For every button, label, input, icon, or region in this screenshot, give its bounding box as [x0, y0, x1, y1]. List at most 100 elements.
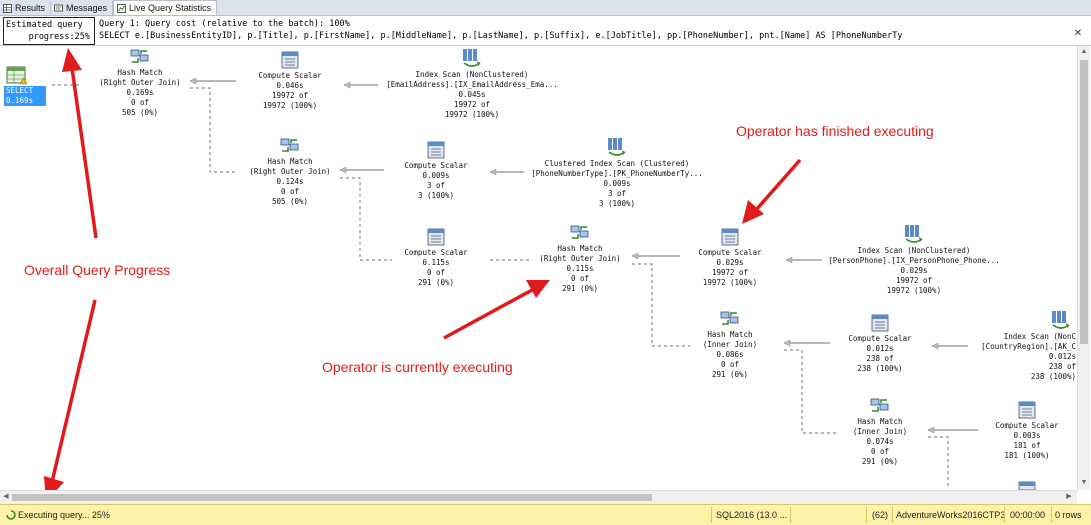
compute-scalar-icon: [1018, 481, 1036, 490]
operator-compute-scalar-2[interactable]: Compute Scalar 0.009s 3 of 3 (100%): [386, 140, 486, 201]
operator-line: (Inner Join): [702, 340, 758, 349]
operator-line: 0.115s: [566, 264, 594, 273]
operator-line: 0.012s: [866, 344, 894, 353]
operator-line: 238 of: [1048, 362, 1076, 371]
operator-line: Compute Scalar: [404, 248, 468, 257]
operator-line: 19972 of: [271, 91, 309, 100]
operator-line: Hash Match: [117, 68, 163, 77]
operator-line: 19972 (100%): [886, 286, 942, 295]
operator-line: 0.009s: [422, 171, 450, 180]
operator-line: 0.009s: [603, 179, 631, 188]
operator-line: (Inner Join): [852, 427, 908, 436]
operator-line: Compute Scalar: [404, 161, 468, 170]
operator-line: 0.029s: [900, 266, 928, 275]
operator-hash-match-2[interactable]: Hash Match (Right Outer Join) 0.124s 0 o…: [238, 136, 342, 207]
scroll-down-icon[interactable]: ▼: [1079, 478, 1089, 488]
operator-line: 0 of: [130, 98, 150, 107]
compute-scalar-icon: [1018, 401, 1036, 419]
operator-line: [PersonPhone].[IX_PersonPhone_Phone...: [828, 256, 1000, 265]
arrow-executing: [443, 288, 533, 340]
scroll-up-icon[interactable]: ▲: [1079, 47, 1089, 57]
operator-line: Compute Scalar: [698, 248, 762, 257]
operator-line: 0 of: [870, 447, 890, 456]
compute-scalar-icon: [721, 228, 739, 246]
operator-line: 0.086s: [716, 350, 744, 359]
select-node[interactable]: SELECT 0.169s: [4, 64, 48, 106]
operator-line: 291 (0%): [861, 457, 899, 466]
vertical-scroll-thumb[interactable]: [1080, 60, 1088, 344]
operator-compute-scalar-6[interactable]: Compute Scalar 0.003s 181 of 181 (100%): [980, 400, 1074, 461]
operator-hash-match-5[interactable]: Hash Match (Inner Join) 0.074s 0 of 291 …: [838, 396, 922, 467]
vertical-scrollbar[interactable]: ▲ ▼: [1077, 46, 1090, 490]
hash-match-icon: [870, 398, 889, 412]
operator-line: 238 of: [866, 354, 894, 363]
operator-line: 0.074s: [866, 437, 894, 446]
operator-line: Hash Match: [857, 417, 903, 426]
select-icon: [6, 66, 28, 85]
annotation-operator-finished: Operator has finished executing: [736, 123, 934, 139]
select-label-text: SELECT: [6, 86, 34, 95]
hash-match-icon: [130, 49, 149, 63]
horizontal-scrollbar[interactable]: ◀ ▶: [0, 490, 1077, 504]
operator-index-scan-3[interactable]: Index Scan (NonC [CountryRegion].[AK_C 0…: [970, 309, 1076, 382]
operator-index-scan-2[interactable]: Index Scan (NonClustered) [PersonPhone].…: [824, 223, 1004, 296]
operator-line: 505 (0%): [271, 197, 309, 206]
index-scan-icon: [463, 49, 481, 67]
arrow-overall-down: [50, 299, 97, 483]
annotation-operator-executing: Operator is currently executing: [322, 359, 513, 375]
operator-line: [CountryRegion].[AK_C: [981, 342, 1076, 351]
operator-line: 19972 (100%): [444, 110, 500, 119]
status-spid: (62): [872, 510, 889, 520]
operator-hash-match-4[interactable]: Hash Match (Inner Join) 0.086s 0 of 291 …: [690, 309, 770, 380]
operator-line: Index Scan (NonClustered): [857, 246, 971, 255]
operator-index-scan-1[interactable]: Index Scan (NonClustered) [EmailAddress]…: [384, 47, 560, 120]
scroll-right-icon[interactable]: ▶: [1064, 492, 1074, 502]
arrow-finished: [754, 158, 802, 212]
compute-scalar-icon: [871, 314, 889, 332]
operator-hash-match-1[interactable]: Hash Match (Right Outer Join) 0.169s 0 o…: [88, 47, 192, 118]
operator-line: 3 of: [426, 181, 446, 190]
operator-compute-scalar-4[interactable]: Compute Scalar 0.029s 19972 of 19972 (10…: [680, 227, 780, 288]
hash-match-icon: [720, 311, 739, 325]
horizontal-scroll-thumb[interactable]: [12, 494, 652, 501]
operator-line: 0.045s: [458, 90, 486, 99]
operator-line: [PhoneNumberType].[PK_PhoneNumberTy...: [531, 169, 703, 178]
connector-hm5-next: [928, 436, 949, 488]
operator-line: [EmailAddress].[IX_EmailAddress_Ema...: [386, 80, 558, 89]
operator-compute-scalar-5[interactable]: Compute Scalar 0.012s 238 of 238 (100%): [830, 313, 930, 374]
operator-line: 0 of: [426, 268, 446, 277]
operator-line: Compute Scalar: [258, 71, 322, 80]
operator-line: 291 (0%): [711, 370, 749, 379]
hash-match-icon: [570, 225, 589, 239]
index-scan-icon: [1052, 311, 1070, 329]
operator-hash-match-3[interactable]: Hash Match (Right Outer Join) 0.115s 0 o…: [528, 223, 632, 294]
connector-hm2-cs3: [340, 177, 392, 261]
operator-line: 291 (0%): [561, 284, 599, 293]
operator-line: Clustered Index Scan (Clustered): [544, 159, 690, 168]
hash-match-icon: [280, 138, 299, 152]
operator-compute-scalar-3[interactable]: Compute Scalar 0.115s 0 of 291 (0%): [386, 227, 486, 288]
operator-compute-scalar-1[interactable]: Compute Scalar 0.046s 19972 of 19972 (10…: [240, 50, 340, 111]
annotation-overall-progress: Overall Query Progress: [24, 262, 171, 278]
operator-clustered-index-scan[interactable]: Clustered Index Scan (Clustered) [PhoneN…: [526, 136, 708, 209]
connector-hm1-hm2: [190, 87, 238, 173]
status-rows: 0 rows: [1055, 510, 1082, 520]
operator-line: Hash Match: [267, 157, 313, 166]
scroll-left-icon[interactable]: ◀: [1, 492, 11, 502]
operator-line: 3 (100%): [598, 199, 636, 208]
operator-line: 0.029s: [716, 258, 744, 267]
operator-line: (Right Outer Join): [539, 254, 621, 263]
operator-line: 3 of: [607, 189, 627, 198]
operator-line: 0 of: [570, 274, 590, 283]
operator-line: 19972 (100%): [262, 101, 318, 110]
operator-line: 0 of: [720, 360, 740, 369]
operator-line: 0.046s: [276, 81, 304, 90]
status-database: AdventureWorks2016CTP3: [896, 510, 1006, 520]
status-elapsed: 00:00:00: [1010, 510, 1046, 520]
operator-line: 238 (100%): [1030, 372, 1076, 381]
operator-line: 19972 of: [453, 100, 491, 109]
operator-line: (Right Outer Join): [249, 167, 331, 176]
operator-line: 0.012s: [1048, 352, 1076, 361]
operator-line: 238 (100%): [857, 364, 903, 373]
connector-hm4-hm5: [784, 349, 836, 434]
